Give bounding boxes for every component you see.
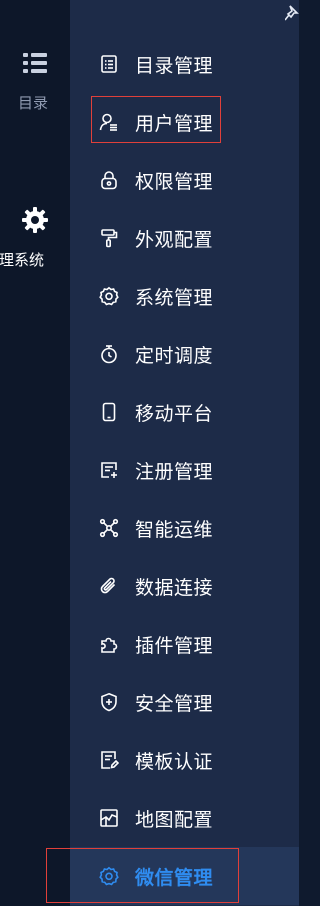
menu-item-catalog[interactable]: 目录管理 bbox=[70, 35, 299, 93]
puzzle-icon bbox=[99, 634, 119, 654]
menu-item-wechat[interactable]: 微信管理 bbox=[70, 847, 299, 905]
menu-label: 用户管理 bbox=[135, 112, 214, 135]
menu-item-user[interactable]: 用户管理 bbox=[70, 93, 299, 151]
menu-item-system[interactable]: 系统管理 bbox=[70, 267, 299, 325]
menu-label: 权限管理 bbox=[135, 170, 214, 193]
menu-label: 外观配置 bbox=[135, 228, 214, 251]
lock-icon bbox=[99, 170, 119, 190]
stopwatch-icon bbox=[99, 344, 119, 364]
menu-label: 安全管理 bbox=[135, 692, 214, 715]
left-rail: 目录 管理系统 bbox=[0, 0, 70, 906]
menu-item-template-auth[interactable]: 模板认证 bbox=[70, 731, 299, 789]
mobile-icon bbox=[99, 402, 119, 422]
menu-item-schedule[interactable]: 定时调度 bbox=[70, 325, 299, 383]
list-icon bbox=[20, 48, 50, 78]
menu-label: 定时调度 bbox=[135, 344, 214, 367]
menu-item-register[interactable]: 注册管理 bbox=[70, 441, 299, 499]
menu-label: 地图配置 bbox=[135, 808, 214, 831]
user-icon bbox=[99, 112, 119, 132]
menu-item-data-connection[interactable]: 数据连接 bbox=[70, 557, 299, 615]
gear-icon bbox=[99, 286, 119, 306]
rail-label-catalog: 目录 bbox=[17, 94, 48, 112]
menu-item-plugin[interactable]: 插件管理 bbox=[70, 615, 299, 673]
menu-item-permission[interactable]: 权限管理 bbox=[70, 151, 299, 209]
network-icon bbox=[99, 518, 119, 538]
paint-roller-icon bbox=[99, 228, 119, 248]
menu-item-ops[interactable]: 智能运维 bbox=[70, 499, 299, 557]
menu-item-security[interactable]: 安全管理 bbox=[70, 673, 299, 731]
menu-label: 移动平台 bbox=[135, 402, 214, 425]
paperclip-icon bbox=[99, 576, 119, 596]
menu-item-appearance[interactable]: 外观配置 bbox=[70, 209, 299, 267]
register-icon bbox=[99, 460, 119, 480]
menu-label: 模板认证 bbox=[135, 750, 214, 773]
rail-item-admin[interactable]: 管理系统 bbox=[0, 205, 70, 270]
menu-item-mobile[interactable]: 移动平台 bbox=[70, 383, 299, 441]
submenu-panel: 目录管理 用户管理 权限管理 外观配置 系统管理 定时调度 移动平台 注册管理 … bbox=[70, 0, 299, 906]
template-icon bbox=[99, 750, 119, 770]
menu-label: 数据连接 bbox=[135, 576, 214, 599]
menu-label: 注册管理 bbox=[135, 460, 214, 483]
menu-label: 微信管理 bbox=[135, 866, 214, 889]
shield-icon bbox=[99, 692, 119, 712]
map-icon bbox=[99, 808, 119, 828]
rail-item-catalog[interactable]: 目录 bbox=[0, 48, 70, 113]
gear-icon bbox=[20, 205, 50, 235]
menu-label: 系统管理 bbox=[135, 286, 214, 309]
menu-label: 插件管理 bbox=[135, 634, 214, 657]
rail-label-admin: 管理系统 bbox=[0, 251, 44, 269]
menu-label: 智能运维 bbox=[135, 518, 214, 541]
catalog-icon bbox=[99, 54, 119, 74]
pin-icon[interactable] bbox=[284, 4, 299, 24]
menu-label: 目录管理 bbox=[135, 54, 214, 77]
gear-icon bbox=[99, 866, 119, 886]
menu-item-map[interactable]: 地图配置 bbox=[70, 789, 299, 847]
